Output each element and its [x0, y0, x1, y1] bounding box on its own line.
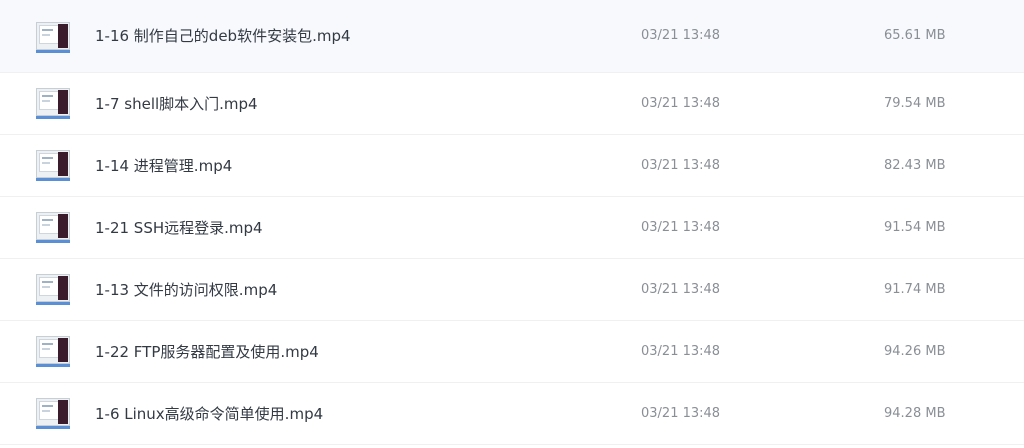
file-row[interactable]: 1-6 Linux高级命令简单使用.mp4 03/21 13:48 94.28 …: [0, 383, 1024, 445]
video-thumbnail-icon[interactable]: [36, 148, 70, 182]
file-size: 91.74 MB: [884, 282, 946, 297]
file-row[interactable]: 1-7 shell脚本入门.mp4 03/21 13:48 79.54 MB: [0, 73, 1024, 135]
file-size: 94.28 MB: [884, 406, 946, 421]
video-thumbnail-icon[interactable]: [36, 210, 70, 244]
file-name[interactable]: 1-6 Linux高级命令简单使用.mp4: [95, 383, 323, 445]
file-size: 91.54 MB: [884, 220, 946, 235]
file-name[interactable]: 1-22 FTP服务器配置及使用.mp4: [95, 321, 319, 383]
file-date: 03/21 13:48: [641, 344, 721, 359]
file-date: 03/21 13:48: [641, 406, 721, 421]
file-row[interactable]: 1-16 制作自己的deb软件安装包.mp4 03/21 13:48 65.61…: [0, 0, 1024, 73]
file-size: 65.61 MB: [884, 28, 946, 43]
file-list: 1-16 制作自己的deb软件安装包.mp4 03/21 13:48 65.61…: [0, 0, 1024, 445]
file-row[interactable]: 1-21 SSH远程登录.mp4 03/21 13:48 91.54 MB: [0, 197, 1024, 259]
file-name[interactable]: 1-13 文件的访问权限.mp4: [95, 259, 277, 321]
video-thumbnail-icon[interactable]: [36, 272, 70, 306]
file-date: 03/21 13:48: [641, 28, 721, 43]
video-thumbnail-icon[interactable]: [36, 334, 70, 368]
file-size: 79.54 MB: [884, 96, 946, 111]
file-name[interactable]: 1-7 shell脚本入门.mp4: [95, 73, 258, 135]
file-size: 94.26 MB: [884, 344, 946, 359]
file-date: 03/21 13:48: [641, 158, 721, 173]
file-date: 03/21 13:48: [641, 96, 721, 111]
file-name[interactable]: 1-16 制作自己的deb软件安装包.mp4: [95, 0, 351, 76]
file-name[interactable]: 1-21 SSH远程登录.mp4: [95, 197, 263, 259]
file-date: 03/21 13:48: [641, 282, 721, 297]
file-row[interactable]: 1-22 FTP服务器配置及使用.mp4 03/21 13:48 94.26 M…: [0, 321, 1024, 383]
file-name[interactable]: 1-14 进程管理.mp4: [95, 135, 232, 197]
video-thumbnail-icon[interactable]: [36, 20, 70, 54]
file-date: 03/21 13:48: [641, 220, 721, 235]
file-row[interactable]: 1-14 进程管理.mp4 03/21 13:48 82.43 MB: [0, 135, 1024, 197]
file-row[interactable]: 1-13 文件的访问权限.mp4 03/21 13:48 91.74 MB: [0, 259, 1024, 321]
video-thumbnail-icon[interactable]: [36, 86, 70, 120]
video-thumbnail-icon[interactable]: [36, 396, 70, 430]
file-size: 82.43 MB: [884, 158, 946, 173]
